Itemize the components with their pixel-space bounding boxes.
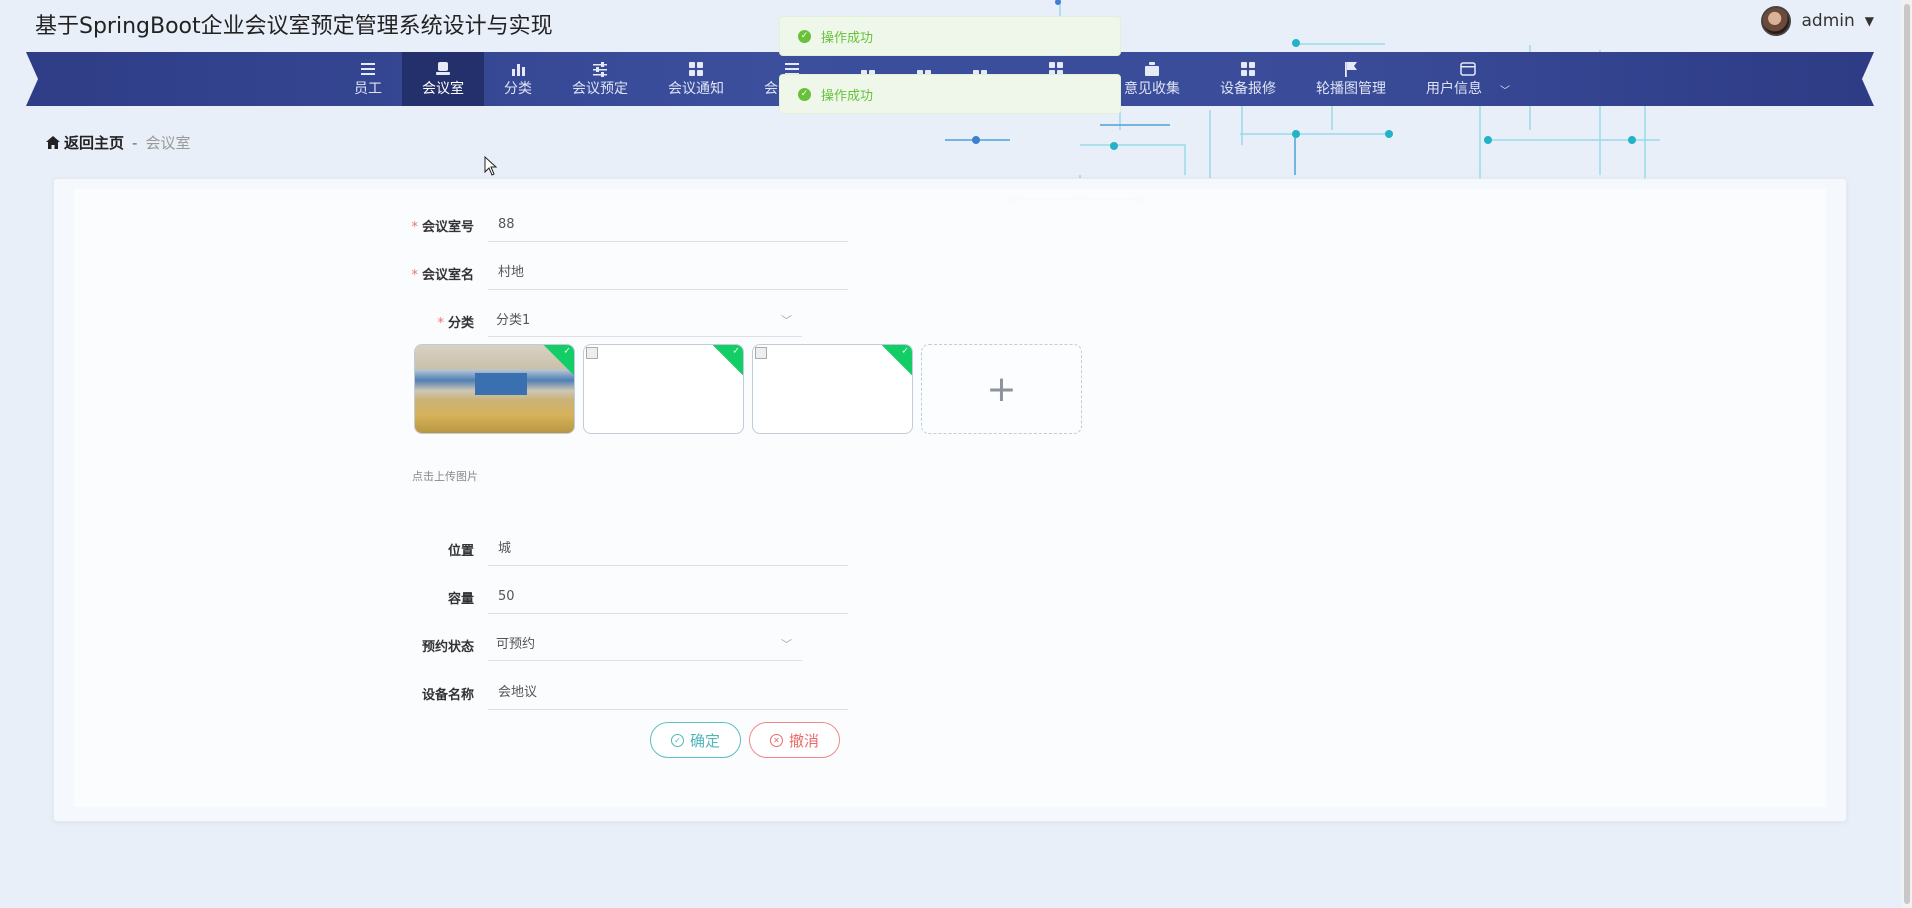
upload-success-badge: ✓ <box>542 345 574 377</box>
location-label: 位置 <box>447 543 474 559</box>
room-icon <box>435 61 451 77</box>
close-circle-icon: ✕ <box>770 733 784 747</box>
room-name-label: * 会议室名 <box>411 267 474 283</box>
breadcrumb-current: 会议室 <box>145 134 191 152</box>
nav-item-label: 员工 <box>354 81 382 97</box>
room-name-input[interactable]: 村地 <box>488 256 848 290</box>
upload-success-badge: ✓ <box>880 345 912 377</box>
category-label: * 分类 <box>437 315 474 331</box>
chevron-down-icon: ﹀ <box>781 638 792 651</box>
caret-down-icon[interactable]: ▼ <box>1865 14 1874 28</box>
uploaded-image[interactable]: ✓ <box>583 344 744 434</box>
room-no-input[interactable]: 88 <box>488 208 848 242</box>
breadcrumb-separator: - <box>132 133 138 152</box>
sliders-icon <box>592 61 608 77</box>
avatar[interactable] <box>1761 6 1792 36</box>
status-label: 预约状态 <box>421 639 474 655</box>
broken-image-icon <box>586 347 598 359</box>
add-image-button[interactable]: + <box>921 344 1082 434</box>
nav-item-label: 会议室 <box>422 81 464 97</box>
nav-item-11[interactable]: 设备报修 <box>1200 52 1296 106</box>
list-icon <box>360 61 376 77</box>
upload-success-badge: ✓ <box>711 345 743 377</box>
capacity-label: 容量 <box>447 591 474 607</box>
card-icon <box>1460 61 1476 77</box>
breadcrumb: 返回主页 - 会议室 <box>46 132 190 153</box>
status-select[interactable]: 可预约 ﹀ <box>488 629 802 661</box>
nav-item-label: 分类 <box>504 81 532 97</box>
nav-item-label: 会议通知 <box>668 81 724 97</box>
nav-item-2[interactable]: 分类 <box>484 52 552 106</box>
briefcase-icon <box>1144 61 1160 77</box>
plus-icon: + <box>986 368 1017 410</box>
image-content <box>475 373 527 395</box>
uploaded-image[interactable]: ✓ <box>752 344 913 434</box>
image-upload-list: ✓ ✓ ✓ + <box>414 344 1082 434</box>
room-no-label: * 会议室号 <box>411 219 474 235</box>
grid-icon <box>688 61 704 77</box>
breadcrumb-home[interactable]: 返回主页 <box>46 132 124 153</box>
chevron-down-icon: ﹀ <box>1500 85 1510 97</box>
form-body: *会议室号 88 *会议室名 村地 *分类 分类1 ﹀ 图片 位置 城 容量 5… <box>74 189 1826 807</box>
nav-item-label: 意见收集 <box>1124 81 1180 97</box>
success-toast: ✓ 操作成功 <box>779 74 1121 114</box>
check-circle-icon: ✓ <box>671 733 684 747</box>
form-card: *会议室号 88 *会议室名 村地 *分类 分类1 ﹀ 图片 位置 城 容量 5… <box>53 178 1847 822</box>
confirm-button[interactable]: ✓ 确定 <box>650 722 742 758</box>
chevron-down-icon: ﹀ <box>781 314 792 327</box>
location-input[interactable]: 城 <box>488 532 848 566</box>
toast-message: 操作成功 <box>821 30 874 46</box>
nav-item-label: 用户信息 <box>1426 81 1482 97</box>
nav-item-13[interactable]: 用户信息 ﹀ <box>1406 52 1530 106</box>
nav-item-4[interactable]: 会议通知 <box>648 52 744 106</box>
nav-item-1[interactable]: 会议室 <box>402 52 484 106</box>
equipment-input[interactable]: 会地议 <box>488 676 848 710</box>
upload-tip: 点击上传图片 <box>412 470 478 483</box>
scrollbar-thumb[interactable] <box>1904 4 1910 904</box>
site-title: 基于SpringBoot企业会议室预定管理系统设计与实现 <box>35 14 553 39</box>
mouse-cursor-icon <box>484 156 498 176</box>
toast-message: 操作成功 <box>821 88 874 104</box>
grid-icon <box>1240 61 1256 77</box>
bar-chart-icon <box>510 61 526 77</box>
cancel-button[interactable]: ✕ 撤消 <box>749 722 841 758</box>
user-menu[interactable]: admin ▼ <box>1761 6 1874 36</box>
page-scrollbar[interactable] <box>1902 0 1912 908</box>
equipment-label: 设备名称 <box>421 687 474 703</box>
flag-icon <box>1343 61 1359 77</box>
uploaded-image[interactable]: ✓ <box>414 344 575 434</box>
nav-item-12[interactable]: 轮播图管理 <box>1296 52 1406 106</box>
form-actions: ✓ 确定 ✕ 撤消 <box>650 722 841 758</box>
home-icon <box>46 136 60 149</box>
success-toast: ✓ 操作成功 <box>779 16 1121 56</box>
nav-item-label: 会议预定 <box>572 81 628 97</box>
check-circle-icon: ✓ <box>798 29 811 43</box>
nav-item-0[interactable]: 员工 <box>334 52 402 106</box>
capacity-input[interactable]: 50 <box>488 580 848 614</box>
broken-image-icon <box>755 347 767 359</box>
category-select[interactable]: 分类1 ﹀ <box>488 305 802 337</box>
check-circle-icon: ✓ <box>798 87 811 101</box>
nav-item-label: 轮播图管理 <box>1316 81 1386 97</box>
username[interactable]: admin <box>1801 11 1854 31</box>
nav-item-3[interactable]: 会议预定 <box>552 52 648 106</box>
nav-item-label: 设备报修 <box>1220 81 1276 97</box>
